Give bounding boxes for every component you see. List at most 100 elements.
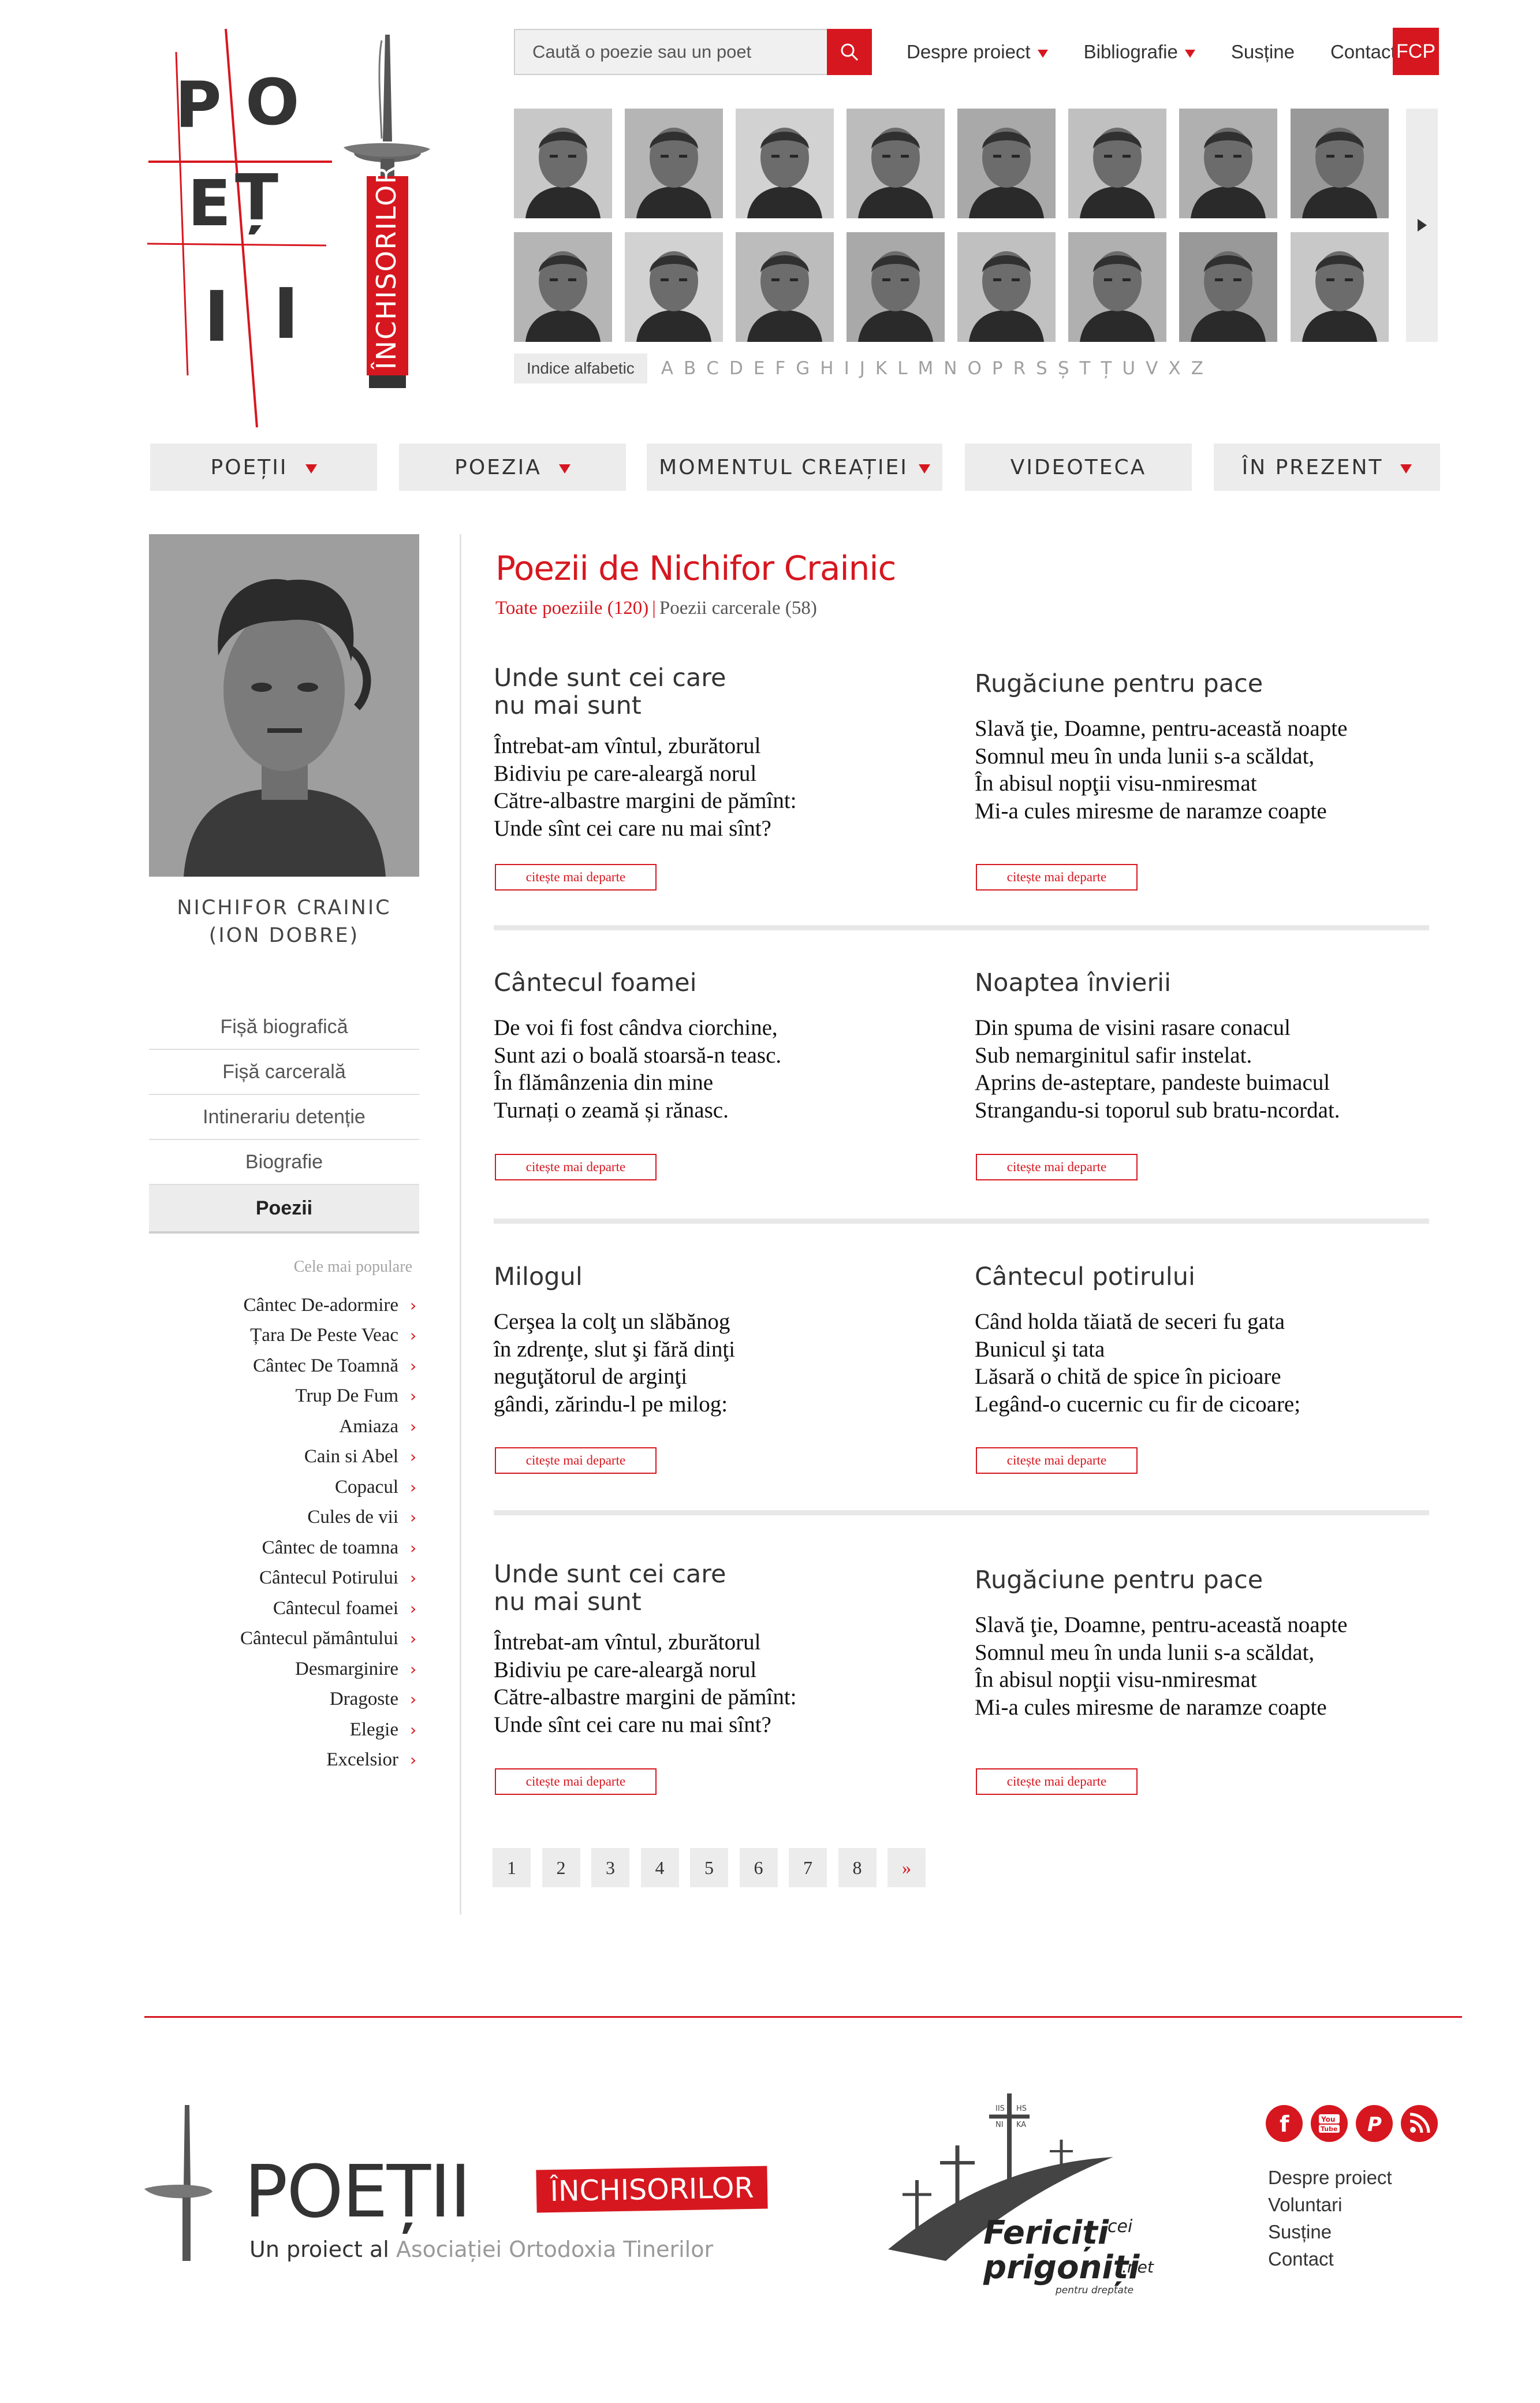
popular-poem-link[interactable]: Dragoste › bbox=[149, 1685, 418, 1715]
poem-title[interactable]: Cântecul foamei bbox=[494, 969, 956, 997]
alphabet-letter[interactable]: M bbox=[918, 358, 934, 379]
poet-thumbnail[interactable] bbox=[1291, 109, 1389, 218]
read-more-button[interactable]: citește mai departe bbox=[495, 1447, 657, 1474]
footer-link-contact[interactable]: Contact bbox=[1268, 2245, 1392, 2272]
poet-thumbnail[interactable] bbox=[1179, 109, 1277, 218]
alphabet-letter[interactable]: V bbox=[1146, 358, 1158, 379]
alphabet-letter[interactable]: J bbox=[860, 358, 865, 379]
site-logo[interactable]: P O E Ț I I ÎNCHISORILOR bbox=[147, 28, 448, 428]
alphabet-letter[interactable]: B bbox=[684, 358, 696, 379]
popular-poem-link[interactable]: Cântec De-adormire › bbox=[149, 1290, 418, 1321]
poet-thumbnail[interactable] bbox=[736, 109, 834, 218]
alphabet-letter[interactable]: Ș bbox=[1058, 358, 1069, 379]
alphabet-letter[interactable]: K bbox=[875, 358, 887, 379]
nav-contact[interactable]: Contact bbox=[1330, 41, 1396, 63]
alphabet-letter[interactable]: Ț bbox=[1101, 358, 1112, 379]
poem-title[interactable]: Rugăciune pentru pace bbox=[975, 1566, 1437, 1594]
alphabet-letter[interactable]: Z bbox=[1191, 358, 1203, 379]
poem-title[interactable]: Noaptea învierii bbox=[975, 969, 1437, 997]
alphabet-letter[interactable]: L bbox=[897, 358, 907, 379]
main-nav-videoteca[interactable]: VIDEOTECA bbox=[965, 444, 1192, 491]
poem-title[interactable]: Unde sunt cei care nu mai sunt bbox=[494, 664, 956, 720]
facebook-icon[interactable]: f bbox=[1266, 2105, 1303, 2142]
alphabet-letter[interactable]: X bbox=[1168, 358, 1180, 379]
alphabet-letter[interactable]: H bbox=[820, 358, 833, 379]
side-menu-item[interactable]: Fișă carcerală bbox=[149, 1050, 419, 1095]
tab-prison-poems[interactable]: Poezii carcerale (58) bbox=[659, 598, 817, 619]
popular-poem-link[interactable]: Copacul › bbox=[149, 1472, 418, 1503]
alphabet-letter[interactable]: I bbox=[844, 358, 849, 379]
poem-title[interactable]: Cântecul potirului bbox=[975, 1263, 1437, 1291]
alphabet-letter[interactable]: U bbox=[1122, 358, 1135, 379]
nav-bibliografie[interactable]: Bibliografie bbox=[1084, 41, 1195, 63]
poet-thumbnail[interactable] bbox=[514, 232, 612, 342]
alphabet-letter[interactable]: C bbox=[706, 358, 719, 379]
main-nav-poezia[interactable]: POEZIA bbox=[399, 444, 626, 491]
pagination-page[interactable]: 5 bbox=[690, 1848, 728, 1887]
alphabet-letter[interactable]: O bbox=[968, 358, 982, 379]
poet-thumbnail[interactable] bbox=[957, 109, 1056, 218]
rss-icon[interactable] bbox=[1401, 2105, 1438, 2142]
paypal-icon[interactable]: P bbox=[1356, 2105, 1393, 2142]
poet-thumbnail[interactable] bbox=[1068, 232, 1166, 342]
popular-poem-link[interactable]: Amiaza › bbox=[149, 1411, 418, 1442]
poet-thumbnail[interactable] bbox=[1179, 232, 1277, 342]
pagination-next-button[interactable]: » bbox=[888, 1848, 926, 1887]
side-menu-item[interactable]: Fișă biografică bbox=[149, 1005, 419, 1050]
poet-thumbnail[interactable] bbox=[625, 109, 723, 218]
pagination-page[interactable]: 7 bbox=[789, 1848, 827, 1887]
search-input[interactable]: Caută o poezie sau un poet bbox=[514, 29, 827, 75]
poem-title[interactable]: Rugăciune pentru pace bbox=[975, 670, 1437, 698]
side-menu-item[interactable]: Poezii bbox=[149, 1185, 419, 1234]
search-button[interactable] bbox=[827, 29, 872, 75]
read-more-button[interactable]: citește mai departe bbox=[976, 1154, 1138, 1180]
pagination-page[interactable]: 1 bbox=[493, 1848, 531, 1887]
alphabet-letter[interactable]: D bbox=[729, 358, 743, 379]
read-more-button[interactable]: citește mai departe bbox=[976, 1768, 1138, 1795]
alphabet-letter[interactable]: G bbox=[796, 358, 810, 379]
popular-poem-link[interactable]: Cules de vii › bbox=[149, 1503, 418, 1533]
nav-sustine[interactable]: Susține bbox=[1231, 41, 1295, 63]
popular-poem-link[interactable]: Cântec de toamna › bbox=[149, 1533, 418, 1563]
alphabet-letter[interactable]: T bbox=[1080, 358, 1091, 379]
pagination-page[interactable]: 2 bbox=[542, 1848, 580, 1887]
pagination-page[interactable]: 3 bbox=[591, 1848, 629, 1887]
alphabet-letter[interactable]: R bbox=[1013, 358, 1026, 379]
read-more-button[interactable]: citește mai departe bbox=[495, 1154, 657, 1180]
poet-thumbnail[interactable] bbox=[736, 232, 834, 342]
side-menu-item[interactable]: Biografie bbox=[149, 1140, 419, 1185]
read-more-button[interactable]: citește mai departe bbox=[976, 864, 1138, 891]
alphabet-letter[interactable]: E bbox=[754, 358, 765, 379]
gallery-next-button[interactable] bbox=[1406, 109, 1438, 342]
popular-poem-link[interactable]: Excelsior › bbox=[149, 1745, 418, 1776]
popular-poem-link[interactable]: Elegie › bbox=[149, 1715, 418, 1745]
read-more-button[interactable]: citește mai departe bbox=[495, 1768, 657, 1795]
poem-title[interactable]: Milogul bbox=[494, 1263, 956, 1291]
poem-title[interactable]: Unde sunt cei care nu mai sunt bbox=[494, 1560, 956, 1616]
poet-thumbnail[interactable] bbox=[957, 232, 1056, 342]
main-nav-in-prezent[interactable]: ÎN PREZENT bbox=[1214, 444, 1440, 491]
popular-poem-link[interactable]: Țara De Peste Veac › bbox=[149, 1321, 418, 1351]
alphabet-letter[interactable]: S bbox=[1036, 358, 1047, 379]
alphabet-letter[interactable]: P bbox=[992, 358, 1003, 379]
tab-all-poems[interactable]: Toate poeziile (120) bbox=[495, 598, 648, 619]
search-bar[interactable]: Caută o poezie sau un poet bbox=[514, 29, 872, 75]
popular-poem-link[interactable]: Cântecul Potirului › bbox=[149, 1563, 418, 1594]
side-menu-item[interactable]: Intinerariu detenție bbox=[149, 1095, 419, 1140]
pagination-page[interactable]: 6 bbox=[739, 1848, 778, 1887]
poet-thumbnail[interactable] bbox=[514, 109, 612, 218]
main-nav-poetii[interactable]: POEȚII bbox=[150, 444, 377, 491]
read-more-button[interactable]: citește mai departe bbox=[495, 864, 657, 891]
poet-thumbnail[interactable] bbox=[1291, 232, 1389, 342]
footer-logo[interactable]: POEȚII ÎNCHISORILOR Un proiect al Asocia… bbox=[139, 2102, 774, 2275]
alphabet-letter[interactable]: F bbox=[775, 358, 785, 379]
poet-thumbnail[interactable] bbox=[847, 232, 945, 342]
popular-poem-link[interactable]: Cain si Abel › bbox=[149, 1442, 418, 1473]
poet-thumbnail[interactable] bbox=[1068, 109, 1166, 218]
popular-poem-link[interactable]: Cântecul pământului › bbox=[149, 1624, 418, 1655]
popular-poem-link[interactable]: Trup De Fum › bbox=[149, 1381, 418, 1412]
poet-thumbnail[interactable] bbox=[847, 109, 945, 218]
popular-poem-link[interactable]: Cântecul foamei › bbox=[149, 1593, 418, 1624]
pagination-page[interactable]: 4 bbox=[640, 1848, 679, 1887]
read-more-button[interactable]: citește mai departe bbox=[976, 1447, 1138, 1474]
